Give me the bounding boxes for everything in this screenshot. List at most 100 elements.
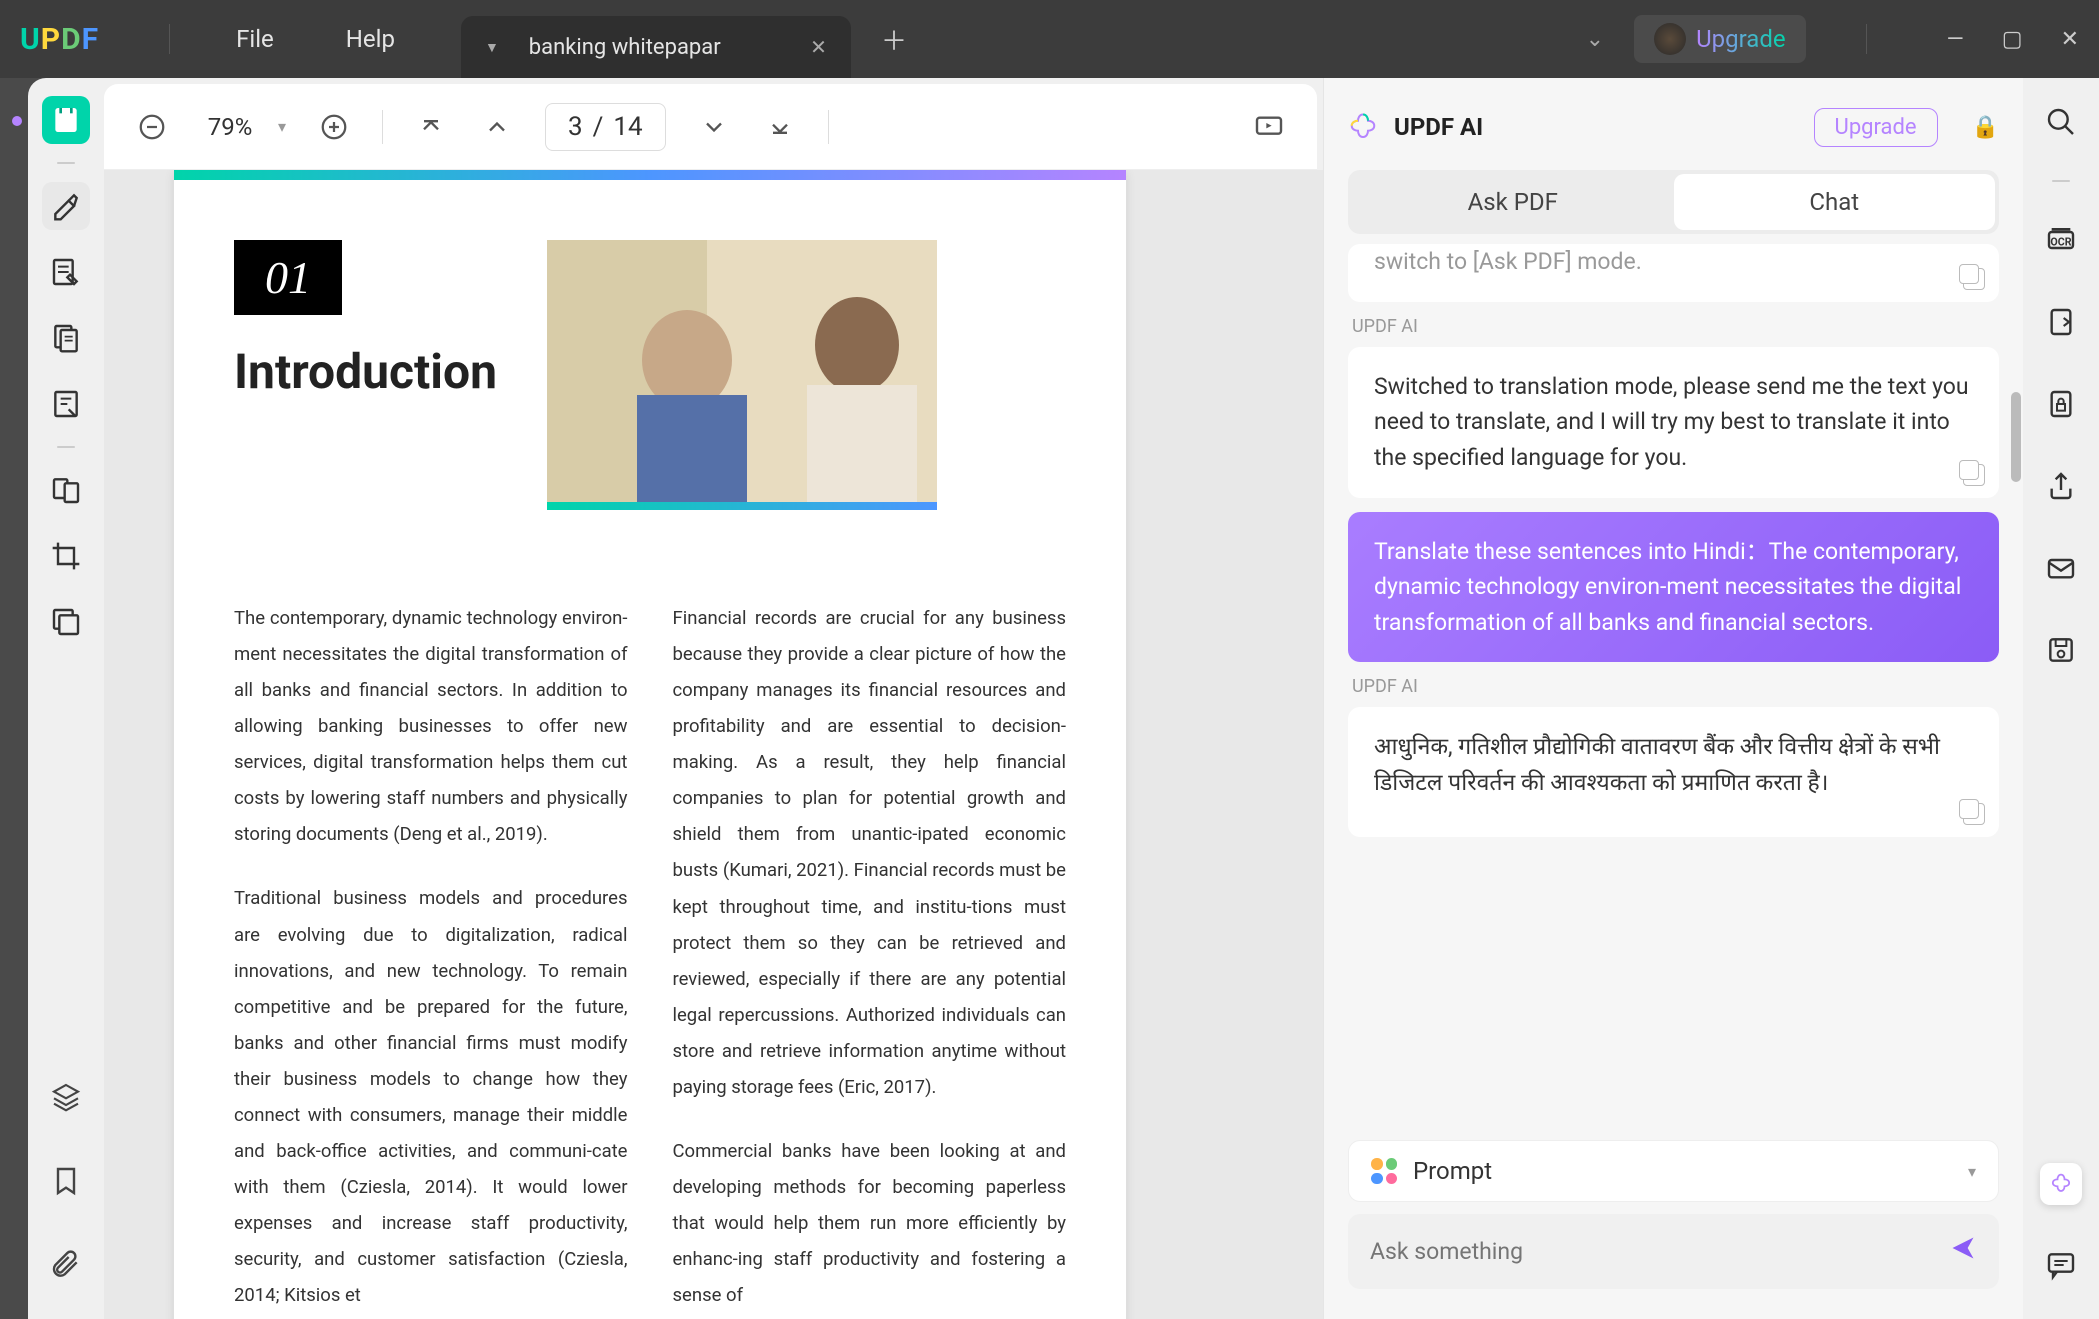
zoom-dropdown[interactable]: 79% ▾ bbox=[200, 113, 286, 141]
presentation-button[interactable] bbox=[1251, 109, 1287, 145]
form-tool[interactable] bbox=[42, 380, 90, 428]
protect-button[interactable] bbox=[2037, 380, 2085, 428]
separator bbox=[2052, 180, 2070, 182]
crop-tool[interactable] bbox=[42, 532, 90, 580]
copy-icon[interactable] bbox=[1963, 464, 1985, 486]
document-tab[interactable]: ▼ banking whitepapar ✕ bbox=[461, 16, 851, 78]
ai-header: UPDF AI Upgrade 🔒 bbox=[1324, 84, 2023, 170]
zoom-in-button[interactable] bbox=[316, 109, 352, 145]
convert-button[interactable] bbox=[2037, 298, 2085, 346]
chat-input[interactable] bbox=[1370, 1238, 1949, 1265]
right-toolbar: OCR bbox=[2023, 78, 2099, 1319]
chapter-number: 01 bbox=[234, 240, 342, 315]
updf-ai-logo-icon bbox=[1348, 112, 1378, 142]
chapter-heading: Introduction bbox=[234, 343, 497, 400]
add-tab-button[interactable]: ＋ bbox=[881, 21, 907, 58]
separator bbox=[382, 110, 383, 144]
close-button[interactable]: ✕ bbox=[2061, 27, 2079, 52]
app-body: 79% ▾ 3 / 14 bbox=[28, 78, 2099, 1319]
batch-icon bbox=[50, 606, 82, 638]
ai-input-area: Prompt ▾ bbox=[1324, 1124, 2023, 1319]
prompt-icon bbox=[1371, 1158, 1397, 1184]
tab-title: banking whitepapar bbox=[529, 35, 770, 60]
minimize-button[interactable]: — bbox=[1947, 27, 1964, 52]
prompt-selector[interactable]: Prompt ▾ bbox=[1348, 1140, 1999, 1202]
lock-icon[interactable]: 🔒 bbox=[1972, 115, 1999, 140]
comments-button[interactable] bbox=[2037, 1241, 2085, 1289]
page-organize-tool[interactable] bbox=[42, 314, 90, 362]
ai-message: आधुनिक, गतिशील प्रौद्योगिकी वातावरण बैंक… bbox=[1348, 707, 1999, 837]
scrollbar-thumb[interactable] bbox=[2011, 392, 2021, 482]
search-button[interactable] bbox=[2037, 98, 2085, 146]
document-viewport[interactable]: 01 Introduction bbox=[104, 170, 1323, 1319]
svg-text:OCR: OCR bbox=[2050, 235, 2071, 248]
convert-icon bbox=[2045, 306, 2077, 338]
tab-ask-pdf[interactable]: Ask PDF bbox=[1352, 174, 1674, 230]
menu-file[interactable]: File bbox=[236, 25, 274, 53]
form-icon bbox=[50, 388, 82, 420]
bookmark-icon bbox=[50, 1165, 82, 1197]
upgrade-label: Upgrade bbox=[1696, 25, 1786, 53]
search-icon bbox=[2045, 106, 2077, 138]
ai-message-partial: switch to [Ask PDF] mode. bbox=[1348, 244, 1999, 302]
separator bbox=[828, 110, 829, 144]
pdf-page: 01 Introduction bbox=[174, 170, 1126, 1319]
zoom-out-button[interactable] bbox=[134, 109, 170, 145]
ai-sender-label: UPDF AI bbox=[1352, 316, 1999, 337]
chat-input-bar bbox=[1348, 1214, 1999, 1289]
send-button[interactable] bbox=[1949, 1234, 1977, 1269]
mail-icon bbox=[2045, 552, 2077, 584]
lock-file-icon bbox=[2045, 388, 2077, 420]
title-bar: UPDF File Help ▼ banking whitepapar ✕ ＋ … bbox=[0, 0, 2099, 78]
share-button[interactable] bbox=[2037, 462, 2085, 510]
ai-message: Switched to translation mode, please sen… bbox=[1348, 347, 1999, 498]
right-bottom-tools bbox=[2023, 1163, 2099, 1289]
chevron-down-icon: ▾ bbox=[1968, 1162, 1976, 1181]
bookmark-button[interactable] bbox=[42, 1157, 90, 1205]
upgrade-button[interactable]: Upgrade bbox=[1634, 15, 1806, 63]
page-indicator[interactable]: 3 / 14 bbox=[545, 103, 666, 151]
ai-panel: UPDF AI Upgrade 🔒 Ask PDF Chat switch to… bbox=[1323, 78, 2023, 1319]
save-icon bbox=[2045, 634, 2077, 666]
ai-upgrade-button[interactable]: Upgrade bbox=[1814, 108, 1938, 147]
page-photo bbox=[547, 240, 937, 510]
layers-button[interactable] bbox=[42, 1073, 90, 1121]
pages-icon bbox=[50, 322, 82, 354]
edit-text-tool[interactable] bbox=[42, 248, 90, 296]
ai-mode-tabs: Ask PDF Chat bbox=[1348, 170, 1999, 234]
tab-chat[interactable]: Chat bbox=[1674, 174, 1996, 230]
copy-icon[interactable] bbox=[1963, 803, 1985, 825]
share-icon bbox=[2045, 470, 2077, 502]
ocr-button[interactable]: OCR bbox=[2037, 216, 2085, 264]
comment-icon bbox=[2045, 1249, 2077, 1281]
ai-flower-icon bbox=[2047, 1170, 2075, 1198]
tab-caret-icon[interactable]: ▼ bbox=[485, 39, 499, 56]
window-controls: — ▢ ✕ bbox=[1947, 27, 2079, 52]
user-avatar bbox=[1654, 23, 1686, 55]
compare-tool[interactable] bbox=[42, 466, 90, 514]
edit-icon bbox=[50, 256, 82, 288]
paperclip-icon bbox=[50, 1249, 82, 1281]
app-logo: UPDF bbox=[20, 22, 99, 57]
maximize-button[interactable]: ▢ bbox=[2002, 27, 2023, 52]
prev-page-button[interactable] bbox=[479, 109, 515, 145]
menu-help[interactable]: Help bbox=[346, 25, 395, 53]
save-button[interactable] bbox=[2037, 626, 2085, 674]
batch-tool[interactable] bbox=[42, 598, 90, 646]
email-button[interactable] bbox=[2037, 544, 2085, 592]
ai-fab-button[interactable] bbox=[2040, 1163, 2082, 1205]
window-menu-icon[interactable]: ⌄ bbox=[1586, 27, 1604, 52]
ocr-icon: OCR bbox=[2045, 224, 2077, 256]
ai-chat-messages[interactable]: switch to [Ask PDF] mode. UPDF AI Switch… bbox=[1324, 244, 2023, 1124]
attachment-button[interactable] bbox=[42, 1241, 90, 1289]
first-page-button[interactable] bbox=[413, 109, 449, 145]
reader-mode-button[interactable] bbox=[42, 96, 90, 144]
last-page-button[interactable] bbox=[762, 109, 798, 145]
highlight-tool[interactable] bbox=[42, 182, 90, 230]
text-column-1: The contemporary, dynamic technology env… bbox=[234, 600, 628, 1319]
next-page-button[interactable] bbox=[696, 109, 732, 145]
copy-icon[interactable] bbox=[1963, 268, 1985, 290]
document-toolbar: 79% ▾ 3 / 14 bbox=[104, 84, 1317, 170]
crop-icon bbox=[50, 540, 82, 572]
tab-close-icon[interactable]: ✕ bbox=[810, 35, 827, 59]
